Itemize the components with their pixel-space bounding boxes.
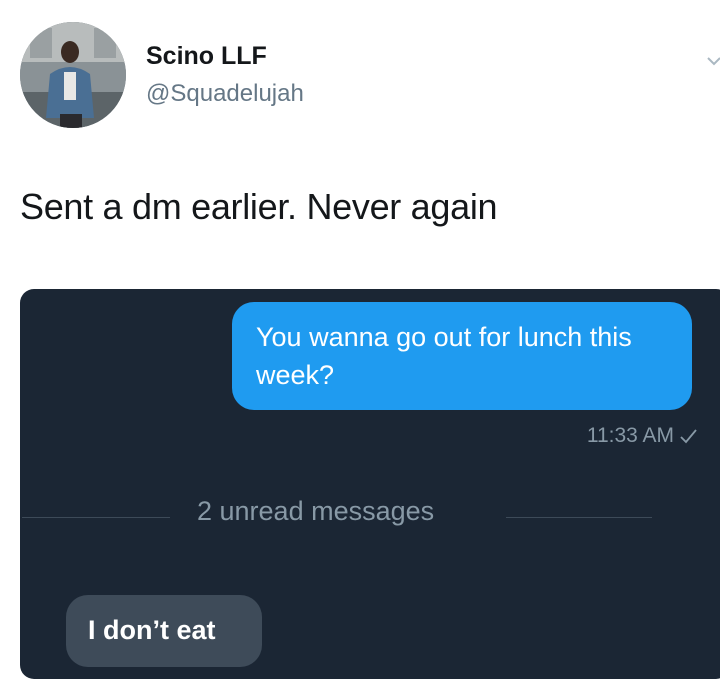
outgoing-message-bubble: You wanna go out for lunch this week? [232, 302, 692, 410]
message-timestamp: 11:33 AM [586, 424, 674, 447]
unread-separator: 2 unread messages [197, 496, 435, 526]
author-handle[interactable]: @Squadelujah [146, 80, 304, 108]
author-display-name[interactable]: Scino LLF [146, 42, 267, 71]
avatar[interactable] [20, 22, 126, 128]
divider-line [506, 517, 652, 518]
check-icon [680, 429, 697, 444]
tweet-header: Scino LLF @Squadelujah [0, 0, 720, 150]
tweet-text: Sent a dm earlier. Never again [20, 186, 498, 227]
divider-line [22, 517, 170, 518]
profile-photo-icon [20, 22, 126, 128]
incoming-message-bubble: I don’t eat [66, 595, 262, 667]
chevron-down-icon[interactable] [706, 54, 720, 68]
